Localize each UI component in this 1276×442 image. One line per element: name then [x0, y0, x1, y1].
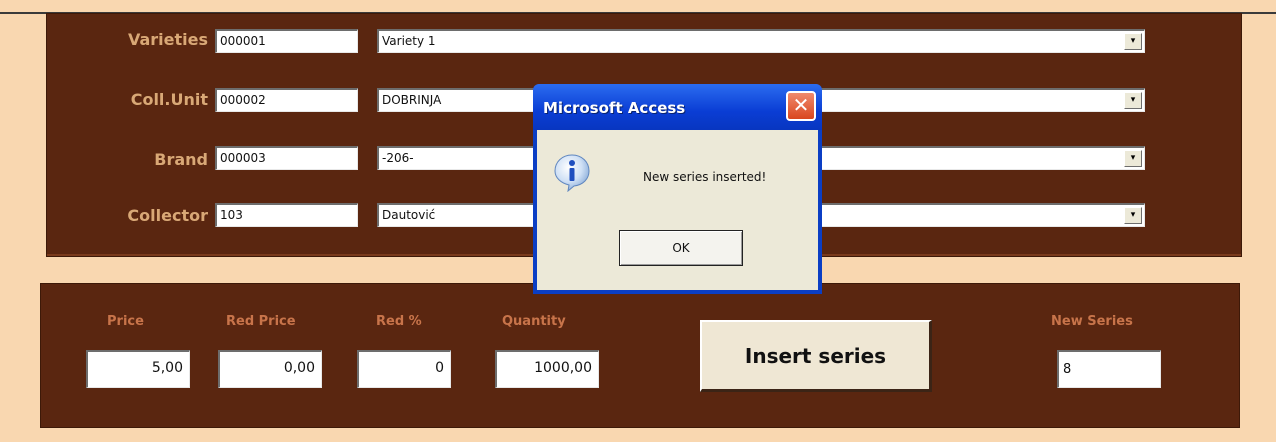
brand-label: Brand: [154, 150, 208, 169]
dialog-message: New series inserted!: [643, 170, 767, 184]
collector-code-field[interactable]: 103: [215, 203, 358, 227]
chevron-down-icon[interactable]: ▾: [1124, 92, 1142, 109]
collector-combo-value: Dautović: [382, 208, 436, 222]
dialog-body: New series inserted! OK: [537, 130, 818, 290]
chevron-down-icon[interactable]: ▾: [1124, 207, 1142, 224]
dialog-titlebar[interactable]: Microsoft Access ✕: [533, 84, 822, 130]
red-percent-field[interactable]: 0: [357, 350, 451, 388]
brand-combo-value: -206-: [382, 151, 414, 165]
varieties-combo[interactable]: Variety 1 ▾: [377, 29, 1145, 53]
red-price-field[interactable]: 0,00: [218, 350, 322, 388]
red-price-label: Red Price: [226, 314, 296, 329]
red-percent-label: Red %: [376, 314, 422, 329]
price-label: Price: [107, 314, 144, 329]
collector-label: Collector: [127, 206, 208, 225]
varieties-label: Varieties: [127, 30, 208, 49]
insert-series-button[interactable]: Insert series: [700, 320, 932, 392]
chevron-down-icon[interactable]: ▾: [1124, 150, 1142, 167]
message-dialog: Microsoft Access ✕ New series inserted! …: [533, 84, 822, 294]
varieties-code-field[interactable]: 000001: [215, 29, 358, 53]
dialog-title: Microsoft Access: [543, 99, 686, 117]
coll-unit-combo-value: DOBRINJA: [382, 93, 442, 107]
new-series-label: New Series: [1051, 314, 1133, 329]
quantity-label: Quantity: [502, 314, 566, 329]
chevron-down-icon[interactable]: ▾: [1124, 33, 1142, 50]
close-icon[interactable]: ✕: [786, 91, 816, 121]
varieties-combo-value: Variety 1: [382, 34, 436, 48]
price-field[interactable]: 5,00: [86, 350, 190, 388]
new-series-field[interactable]: 8: [1057, 350, 1161, 388]
ok-button[interactable]: OK: [619, 230, 743, 266]
quantity-field[interactable]: 1000,00: [495, 350, 599, 388]
coll-unit-label: Coll.Unit: [130, 90, 208, 109]
info-icon: [554, 154, 590, 192]
brand-code-field[interactable]: 000003: [215, 146, 358, 170]
coll-unit-code-field[interactable]: 000002: [215, 88, 358, 112]
